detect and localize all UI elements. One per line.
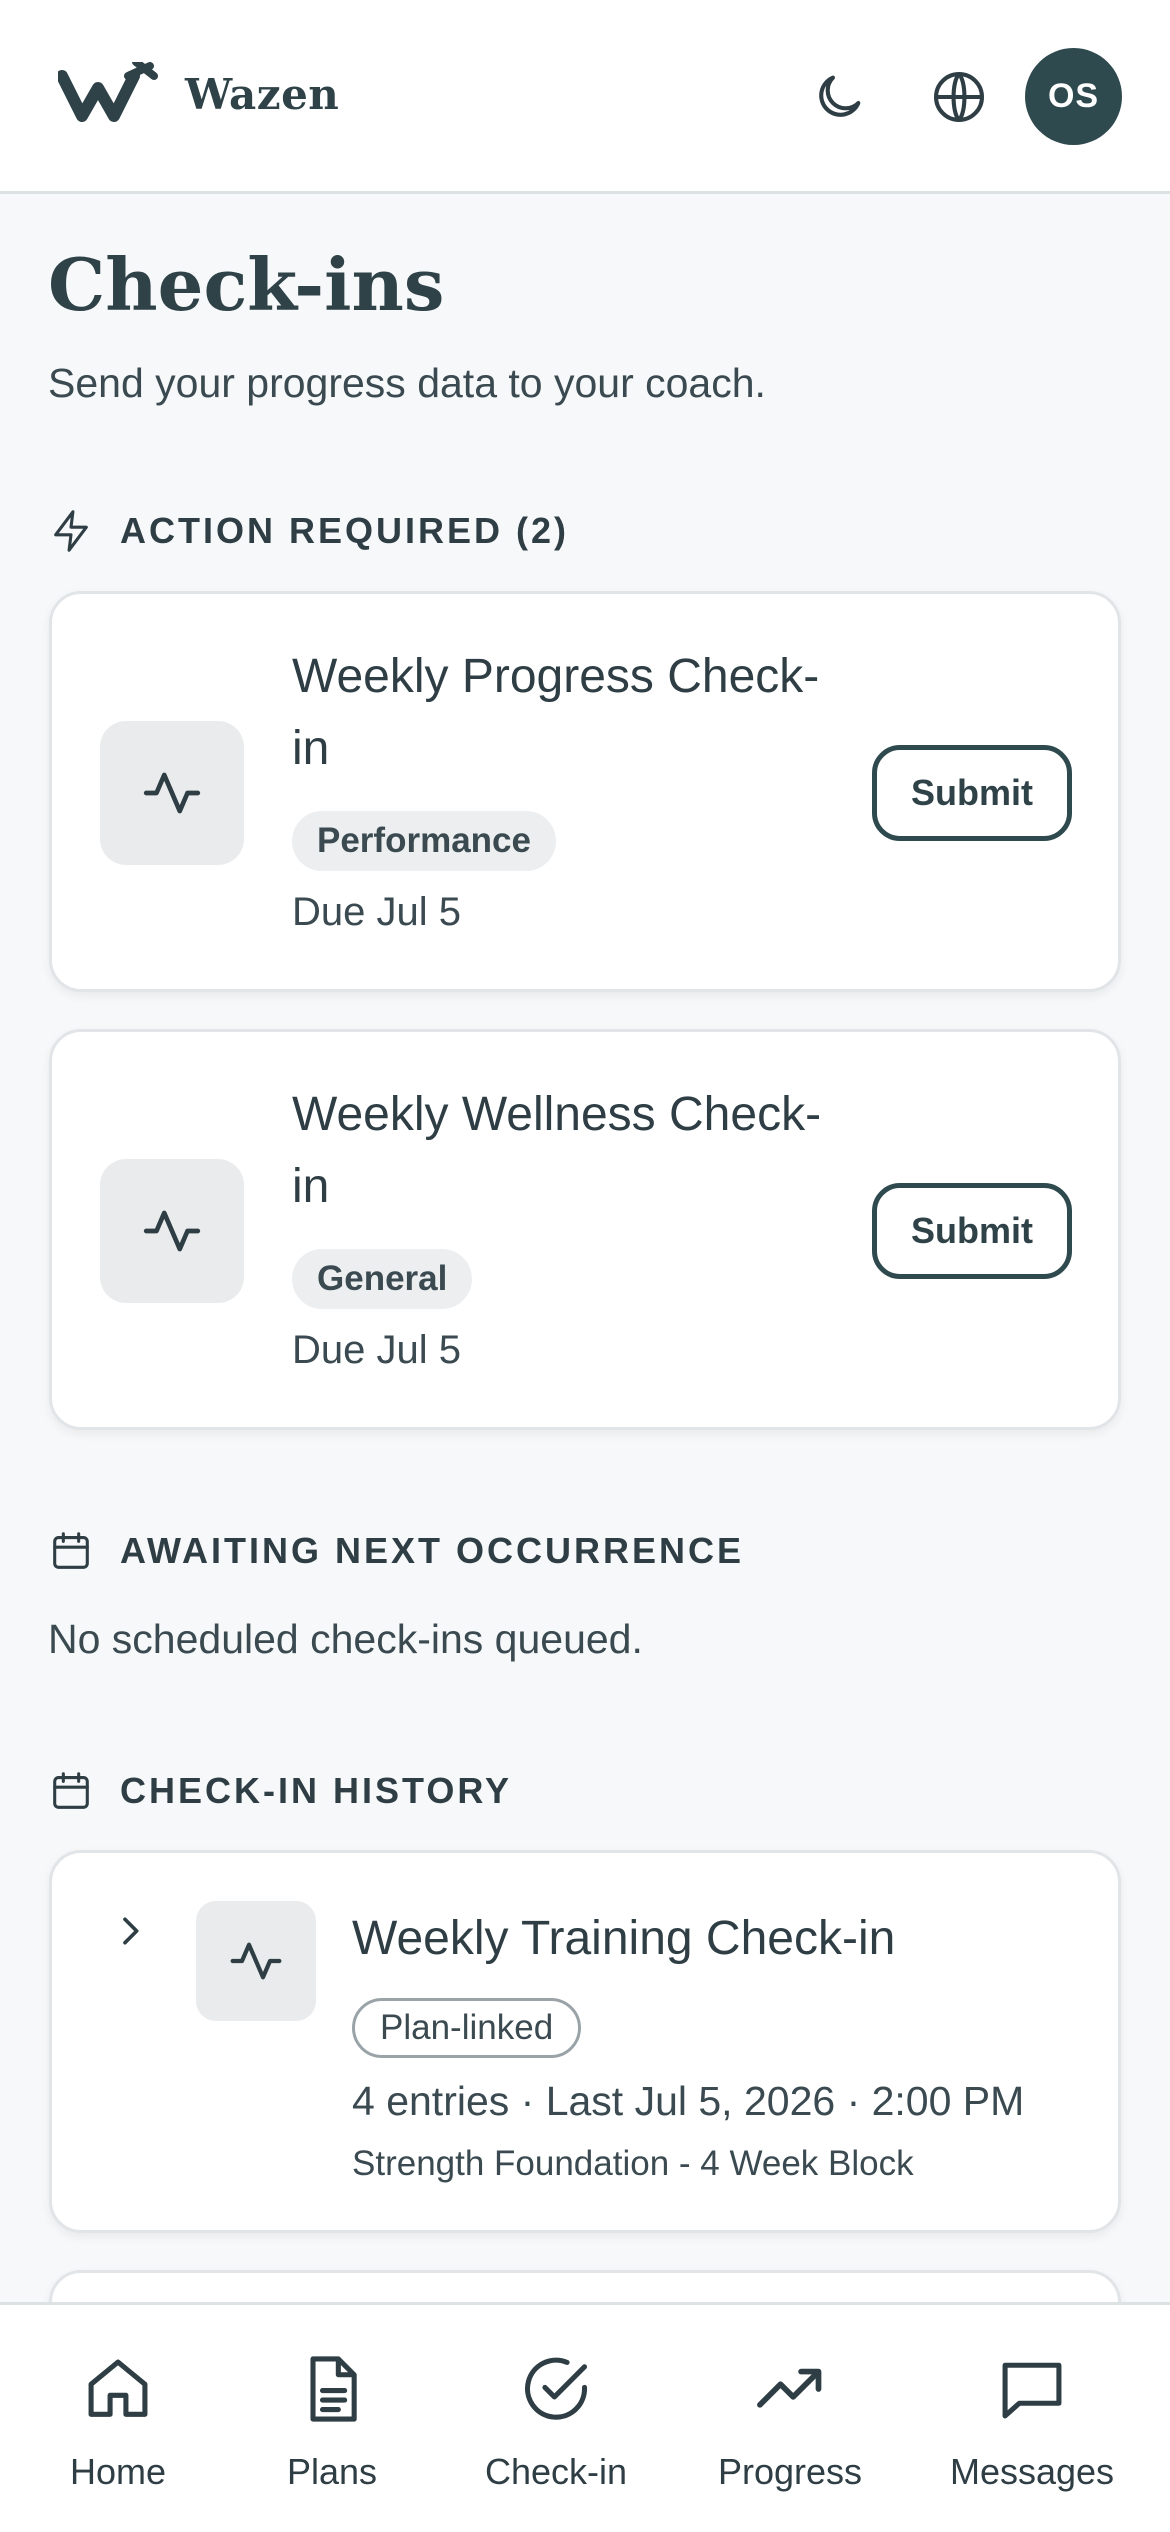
submit-button[interactable]: Submit xyxy=(872,745,1072,841)
checkin-card: Weekly Wellness Check- in General Due Ju… xyxy=(49,1029,1121,1430)
due-date: Due Jul 5 xyxy=(292,890,461,934)
brand-name[interactable]: Wazen xyxy=(185,70,339,119)
checkin-title: Weekly Progress Check- in xyxy=(292,650,820,775)
calendar-icon xyxy=(53,1772,89,1809)
nav-label: Messages xyxy=(949,2451,1115,2492)
page-subtitle: Send your progress data to your coach. xyxy=(48,360,766,406)
moon-icon[interactable] xyxy=(810,68,868,126)
user-avatar[interactable]: OS xyxy=(1025,48,1122,145)
bottom-navigation: Home Plans Check-in Progress Messages xyxy=(0,2302,1170,2532)
plan-linked-tag: Plan-linked xyxy=(352,1998,582,2058)
activity-icon xyxy=(143,1210,201,1252)
nav-plans[interactable]: Plans xyxy=(272,2351,392,2493)
chevron-right-icon[interactable] xyxy=(110,1911,150,1951)
nav-checkin[interactable]: Check-in xyxy=(474,2351,638,2493)
globe-icon[interactable] xyxy=(930,68,988,126)
check-circle-icon xyxy=(525,2357,588,2420)
activity-icon-tile xyxy=(100,721,244,865)
activity-icon-tile xyxy=(100,1159,244,1303)
section-title: CHECK-IN HISTORY xyxy=(120,1770,513,1811)
section-title: ACTION REQUIRED (2) xyxy=(120,510,570,551)
wazen-logo-icon[interactable] xyxy=(58,62,158,124)
top-app-bar: Wazen OS xyxy=(0,0,1170,194)
nav-home[interactable]: Home xyxy=(58,2351,178,2493)
history-title: Weekly Training Check-in xyxy=(352,1912,896,1965)
checkin-card: Weekly Progress Check- in Performance Du… xyxy=(49,591,1121,992)
category-tag: Performance xyxy=(292,811,556,871)
checkin-title: Weekly Wellness Check- in xyxy=(292,1088,822,1213)
lightning-icon xyxy=(54,510,88,552)
activity-icon xyxy=(230,1942,282,1980)
submit-button[interactable]: Submit xyxy=(872,1183,1072,1279)
activity-icon-tile xyxy=(196,1901,316,2021)
category-tag: General xyxy=(292,1249,473,1309)
home-icon xyxy=(88,2359,148,2417)
page-title: Check-ins xyxy=(48,242,445,327)
due-date: Due Jul 5 xyxy=(292,1328,461,1372)
section-history: CHECK-IN HISTORY xyxy=(48,1766,512,1816)
activity-icon xyxy=(143,772,201,814)
section-action-required: ACTION REQUIRED (2) xyxy=(48,506,569,556)
history-plan: Strength Foundation - 4 Week Block xyxy=(352,2144,914,2183)
section-title: AWAITING NEXT OCCURRENCE xyxy=(120,1530,745,1571)
trending-up-icon xyxy=(757,2368,822,2408)
section-awaiting: AWAITING NEXT OCCURRENCE xyxy=(48,1526,744,1576)
nav-progress[interactable]: Progress xyxy=(710,2351,870,2493)
document-icon xyxy=(310,2356,357,2422)
nav-label: Progress xyxy=(717,2451,863,2492)
chat-icon xyxy=(1002,2362,1062,2419)
nav-label: Check-in xyxy=(484,2451,628,2492)
nav-messages[interactable]: Messages xyxy=(947,2351,1117,2493)
empty-state-text: No scheduled check-ins queued. xyxy=(48,1616,643,1662)
calendar-icon xyxy=(53,1532,89,1569)
history-card[interactable]: Weekly Training Check-in Plan-linked 4 e… xyxy=(49,1850,1121,2233)
nav-label: Home xyxy=(69,2451,167,2492)
nav-label: Plans xyxy=(286,2451,378,2492)
history-meta: 4 entries · Last Jul 5, 2026 · 2:00 PM xyxy=(352,2078,1025,2124)
